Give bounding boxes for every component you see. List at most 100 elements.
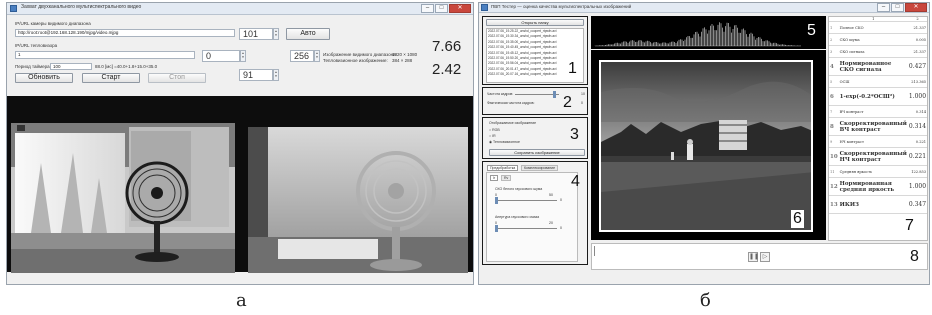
- metric-name: ИКИЗ: [838, 195, 908, 214]
- thermal-image-size: 384 × 288: [392, 58, 413, 63]
- thermal-min-spinbox[interactable]: 0: [202, 50, 240, 62]
- capture-window: Захват двухканального мультиспектральног…: [6, 2, 474, 285]
- file-list-panel: Открыть папку 2022.07.06_19.25.22_unshd_…: [482, 16, 588, 85]
- metrics-row: 9 НЧ контраст 0.221: [829, 135, 928, 148]
- open-folder-button[interactable]: Открыть папку: [486, 19, 584, 26]
- panel-number-3: 3: [570, 126, 579, 143]
- tab-fusion[interactable]: Комплексирование: [521, 165, 559, 171]
- metric-name: Средняя яркость: [838, 165, 908, 178]
- metrics-row: 7 ВЧ контраст 0.314: [829, 105, 928, 118]
- metric-idx: 13: [829, 195, 839, 214]
- auto-button[interactable]: Авто: [286, 28, 330, 40]
- metrics-row: 6 1-exp(-0.2*ОСШ²) 1.000: [829, 87, 928, 106]
- seek-bar[interactable]: [594, 246, 597, 256]
- brightness-spin-arrows[interactable]: ▲ ▼: [273, 28, 279, 40]
- metric-idx: 7: [829, 105, 839, 118]
- metric-idx: 1: [829, 21, 839, 34]
- thermal-camera-field[interactable]: 1: [15, 51, 195, 59]
- metric-val: 213.365: [907, 75, 928, 88]
- caption-left: а: [236, 290, 247, 311]
- window-title: Захват двухканального мультиспектральног…: [21, 4, 142, 10]
- timer-field[interactable]: 100: [50, 63, 92, 70]
- metric-name: ОСШ: [838, 75, 908, 88]
- metric-name: Нормированная средняя яркость: [838, 177, 908, 196]
- display-group-label: Отображаемое изображение: [489, 121, 537, 125]
- close-icon[interactable]: ✕: [449, 4, 471, 13]
- metrics-row: 3 СКО сигнала 21.337: [829, 45, 928, 58]
- blur-slider-max: 20: [549, 221, 553, 225]
- metric-val: 0.347: [907, 195, 928, 214]
- histogram-plot: [594, 22, 801, 47]
- metric-val: 122.853: [907, 165, 928, 178]
- blur-slider-handle[interactable]: [495, 225, 498, 232]
- play-icon[interactable]: ▷: [760, 252, 770, 262]
- panel-number-2: 2: [563, 94, 572, 111]
- visible-camera-label: IP/URL камеры видимого диапазона: [15, 21, 91, 26]
- panel-number-8: 8: [910, 248, 919, 265]
- blur-slider-value: 0: [560, 226, 562, 230]
- metric-val: 1.000: [907, 177, 928, 196]
- window-title: ПВП Тестер — оценка качества мультиспект…: [491, 4, 632, 9]
- thermal-max-spinbox[interactable]: 256: [290, 50, 314, 62]
- noise-slider-handle[interactable]: [495, 197, 498, 204]
- metric-idx: 5: [829, 75, 839, 88]
- visible-image-size: 1920 × 1080: [392, 52, 418, 57]
- metric-val: 0.005: [907, 33, 928, 46]
- subtab-ir[interactable]: Ir: [490, 175, 499, 181]
- metrics-row: 11 Средняя яркость 122.853: [829, 165, 928, 178]
- radio-rgb[interactable]: ○ RGB: [489, 128, 500, 132]
- thermal-min-spin-arrows[interactable]: ▲ ▼: [240, 50, 246, 62]
- start-button[interactable]: Старт: [82, 73, 140, 83]
- metric-name: Полное СКО: [838, 21, 908, 34]
- metric-val: 0.314: [907, 105, 928, 118]
- visible-camera-url-field[interactable]: http://root:root@192.168.128.190/mjpg/vi…: [15, 29, 235, 37]
- maximize-icon[interactable]: □: [891, 3, 904, 12]
- metrics-row: 1 Полное СКО 21.337: [829, 21, 928, 34]
- radio-thermal[interactable]: ◉ Тепловизионное: [489, 140, 520, 144]
- thermal-max-spin-arrows[interactable]: ▲ ▼: [314, 50, 320, 62]
- refresh-button[interactable]: Обновить: [15, 73, 73, 83]
- window-controls: – □ ✕: [421, 4, 471, 13]
- app-icon: [481, 4, 488, 11]
- blur-slider[interactable]: [495, 228, 557, 229]
- metric-val: 0.427: [907, 57, 928, 76]
- minimize-icon[interactable]: –: [877, 3, 890, 12]
- metric-val: 0.221: [907, 135, 928, 148]
- metric-idx: 4: [829, 57, 839, 76]
- close-icon[interactable]: ✕: [905, 3, 927, 12]
- caption-right: б: [700, 290, 711, 311]
- tab-preprocessing[interactable]: Предобработка: [487, 165, 519, 171]
- metric-name: Скорректированный ВЧ контраст: [838, 117, 908, 136]
- subtab-rv[interactable]: Rv: [501, 175, 512, 181]
- thermal-camera-label: IP/URL тепловизора: [15, 43, 58, 48]
- frame-rate-slider-handle[interactable]: [553, 91, 556, 98]
- display-select-panel: Отображаемое изображение ○ RGB ○ IR ◉ Те…: [482, 117, 588, 159]
- metric-name: 1-exp(-0.2*ОСШ²): [838, 87, 908, 106]
- frame-rate-label: Частота кадров:: [487, 92, 514, 96]
- save-image-button[interactable]: Сохранить изображение: [489, 149, 585, 156]
- brightness-spinbox[interactable]: 101: [239, 28, 273, 40]
- noise-slider-max: 50: [549, 193, 553, 197]
- metrics-panel: 1 2 1 Полное СКО 21.337 2 СКО шума 0.005 3 СКО …: [828, 16, 928, 241]
- noise-slider[interactable]: [495, 200, 557, 201]
- metric-name: Скорректированный НЧ контраст: [838, 147, 908, 166]
- noise-slider-value: 0: [560, 198, 562, 202]
- metric-idx: 11: [829, 165, 839, 178]
- noise-slider-label: СКО белого гауссового шума: [495, 187, 543, 191]
- metric-idx: 6: [829, 87, 839, 106]
- frame-rate-panel: Частота кадров: 10 Фактическая частота к…: [482, 87, 588, 115]
- metric-name: НЧ контраст: [838, 135, 908, 148]
- playback-panel: ❚❚ ▷ 8: [591, 243, 928, 270]
- actual-frame-rate-value: 0: [581, 101, 583, 105]
- maximize-icon[interactable]: □: [435, 4, 448, 13]
- metric-val: 0.314: [907, 117, 928, 136]
- radio-ir[interactable]: ○ IR: [489, 134, 496, 138]
- minimize-icon[interactable]: –: [421, 4, 434, 13]
- metric-idx: 2: [829, 33, 839, 46]
- radio-rgb-label: RGB: [492, 128, 500, 132]
- stop-button[interactable]: Стоп: [148, 73, 206, 83]
- pause-icon[interactable]: ❚❚: [748, 252, 759, 262]
- threshold-spinbox[interactable]: 91: [239, 69, 273, 81]
- threshold-spin-arrows[interactable]: ▲ ▼: [273, 69, 279, 81]
- panel-number-4: 4: [571, 173, 580, 190]
